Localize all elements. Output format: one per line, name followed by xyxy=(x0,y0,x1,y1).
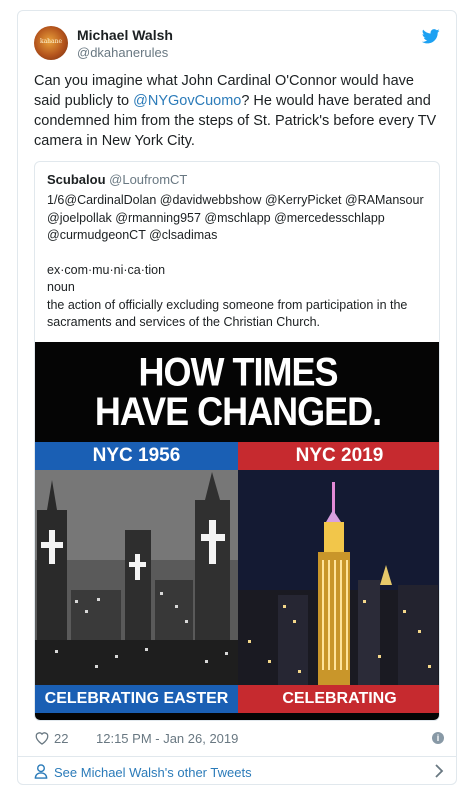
avatar[interactable]: kahane xyxy=(34,26,68,60)
see-other-tweets-label: See Michael Walsh's other Tweets xyxy=(54,765,252,780)
image-title: HOW TIMES HAVE CHANGED. xyxy=(35,349,439,434)
definition-word: ex·com·mu·ni·ca·tion xyxy=(47,262,166,277)
image-left-caption: CELEBRATING EASTER xyxy=(35,685,238,713)
tweet-meta: 22 12:15 PM - Jan 26, 2019 i xyxy=(34,729,444,749)
heart-icon[interactable] xyxy=(34,731,50,745)
quoted-line: @joelpollak @rmanning957 @mschlapp @merc… xyxy=(47,210,385,225)
image-title-line: HAVE CHANGED. xyxy=(94,388,382,434)
image-right-caption: CELEBRATING ABORTION xyxy=(238,685,439,720)
see-other-tweets-link[interactable]: See Michael Walsh's other Tweets xyxy=(34,763,444,783)
author-name[interactable]: Michael Walsh xyxy=(77,27,173,43)
image-title-line: HOW TIMES xyxy=(138,349,339,395)
tweet-text: Can you imagine what John Cardinal O'Con… xyxy=(34,71,444,151)
definition-text: the action of officially excluding someo… xyxy=(47,297,408,312)
skyline-2019-photo xyxy=(238,470,439,685)
info-icon[interactable]: i xyxy=(432,732,444,744)
embedded-tweet-card: kahane Michael Walsh @dkahanerules Can y… xyxy=(17,10,457,785)
quoted-author-name: Scubalou xyxy=(47,172,106,187)
timestamp[interactable]: 12:15 PM - Jan 26, 2019 xyxy=(96,731,238,746)
quoted-line: 1/6@CardinalDolan @davidwebbshow @KerryP… xyxy=(47,193,424,207)
chevron-right-icon[interactable] xyxy=(434,763,444,779)
quoted-author[interactable]: Scubalou @LoufromCT xyxy=(47,172,187,187)
like-count[interactable]: 22 xyxy=(54,731,68,746)
quoted-line: @curmudgeonCT @clsadimas xyxy=(47,228,218,242)
avatar-logo-text: kahane xyxy=(39,38,63,45)
person-icon xyxy=(34,764,48,779)
mention-link[interactable]: @NYGovCuomo xyxy=(133,93,241,109)
divider xyxy=(18,756,456,757)
twitter-bird-icon[interactable] xyxy=(422,29,440,44)
quoted-text: 1/6@CardinalDolan @davidwebbshow @KerryP… xyxy=(47,192,432,332)
definition-text: sacraments and services of the Christian… xyxy=(47,315,321,329)
quoted-image[interactable]: HOW TIMES HAVE CHANGED. NYC 1956 NYC 201… xyxy=(35,342,439,720)
image-left-label: NYC 1956 xyxy=(35,442,238,470)
image-right-label: NYC 2019 xyxy=(238,442,439,470)
quoted-tweet[interactable]: Scubalou @LoufromCT 1/6@CardinalDolan @d… xyxy=(34,161,440,721)
skyline-1956-photo xyxy=(35,470,238,685)
definition-pos: noun xyxy=(47,280,75,294)
quoted-author-handle: @LoufromCT xyxy=(109,172,188,187)
author-handle[interactable]: @dkahanerules xyxy=(77,45,168,60)
